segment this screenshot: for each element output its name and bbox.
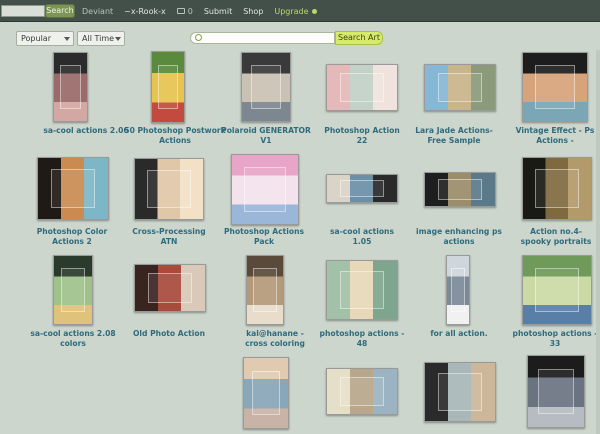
- top-search-button[interactable]: Search: [45, 4, 75, 18]
- upgrade-dot-icon: [311, 8, 317, 14]
- top-bar: Search Deviant ~x-Rook-x 0 Submit Shop U…: [0, 0, 600, 22]
- search-icon: [195, 34, 202, 41]
- gallery-thumbnail[interactable]: [246, 255, 284, 325]
- gallery-item-title[interactable]: sa-cool actions 1.05: [322, 227, 402, 246]
- gallery-thumbnail[interactable]: [424, 172, 496, 207]
- thumbnail-highlight: [437, 73, 483, 102]
- chevron-down-icon: [115, 37, 121, 41]
- gallery-item-title[interactable]: Vintage Effect - Ps Actions -: [512, 126, 598, 145]
- thumbnail-highlight: [250, 65, 282, 109]
- gallery-item-title[interactable]: sa-cool actions 2.08 colors: [30, 329, 116, 348]
- gallery-thumbnail[interactable]: [326, 64, 398, 111]
- gallery-thumbnail[interactable]: [522, 255, 592, 325]
- gallery-thumbnail[interactable]: [424, 64, 496, 111]
- nav-shop[interactable]: Shop: [243, 7, 263, 16]
- thumbnail-highlight: [50, 168, 96, 208]
- gallery-thumbnail[interactable]: [243, 357, 289, 429]
- gallery-thumbnail[interactable]: [134, 158, 204, 220]
- thumbnail-highlight: [339, 73, 385, 102]
- thumbnail-highlight: [450, 268, 466, 312]
- gallery-item-title[interactable]: Photoshop Action 22: [322, 126, 402, 145]
- gallery-item-title[interactable]: kal@hanane - cross coloring: [240, 329, 310, 348]
- nav-upgrade[interactable]: Upgrade: [274, 7, 317, 16]
- gallery-thumbnail[interactable]: [326, 368, 398, 415]
- message-icon: [176, 8, 185, 14]
- gallery-thumbnail[interactable]: [326, 174, 398, 203]
- nav-username[interactable]: ~x-Rook-x: [124, 7, 166, 16]
- search-art-button[interactable]: Search Art: [335, 31, 383, 45]
- gallery-thumbnail[interactable]: [231, 154, 299, 225]
- thumbnail-highlight: [147, 169, 191, 209]
- art-search-input[interactable]: [190, 32, 335, 44]
- thumbnail-highlight: [538, 368, 574, 415]
- gallery-thumbnail[interactable]: [446, 255, 470, 325]
- gallery-item-title[interactable]: 50 Photoshop Postwork Actions: [120, 126, 230, 145]
- gallery-item-title[interactable]: Photoshop Color Actions 2: [24, 227, 120, 246]
- thumbnail-highlight: [339, 377, 385, 406]
- gallery-item-title[interactable]: Photoshop Actions Pack: [216, 227, 312, 246]
- thumbnail-highlight: [437, 373, 483, 411]
- thumbnail-highlight: [243, 167, 287, 212]
- gallery-item-title[interactable]: Lara Jade Actions- Free Sample: [408, 126, 500, 145]
- nav-submit[interactable]: Submit: [204, 7, 232, 16]
- nav-deviant[interactable]: Deviant: [82, 7, 113, 16]
- sort-select[interactable]: Popular: [16, 31, 74, 46]
- gallery-thumbnail[interactable]: [53, 255, 93, 325]
- thumbnail-highlight: [59, 65, 82, 109]
- gallery-item-title[interactable]: Polaroid GENERATOR V1: [220, 126, 312, 145]
- gallery-thumbnail[interactable]: [522, 52, 588, 122]
- top-nav: Deviant ~x-Rook-x 0 Submit Shop Upgrade: [82, 4, 328, 18]
- gallery-thumbnail[interactable]: [134, 264, 206, 312]
- gallery-thumbnail[interactable]: [424, 362, 496, 422]
- gallery-thumbnail[interactable]: [151, 51, 185, 123]
- thumbnail-highlight: [157, 64, 179, 110]
- time-select[interactable]: All Time: [77, 31, 125, 46]
- top-search-input[interactable]: [1, 5, 45, 17]
- thumbnail-highlight: [534, 65, 576, 109]
- gallery-item-title[interactable]: Old Photo Action: [132, 329, 206, 339]
- thumbnail-highlight: [535, 268, 579, 312]
- gallery-item-title[interactable]: for all action.: [428, 329, 490, 339]
- gallery-item-title[interactable]: image enhancing ps actions: [414, 227, 504, 246]
- thumbnail-highlight: [535, 168, 579, 208]
- gallery-thumbnail[interactable]: [326, 260, 398, 320]
- thumbnail-highlight: [253, 268, 277, 312]
- chevron-down-icon: [64, 37, 70, 41]
- gallery-thumbnail[interactable]: [522, 157, 592, 220]
- gallery-item-title[interactable]: photoshop actions - 48: [316, 329, 408, 348]
- nav-messages[interactable]: 0: [176, 7, 193, 16]
- gallery-item-title[interactable]: Cross-Processing ATN: [124, 227, 214, 246]
- thumbnail-highlight: [339, 271, 385, 309]
- scrollbar-track[interactable]: [596, 50, 600, 434]
- gallery-item-title[interactable]: Action no.4-spooky portraits: [516, 227, 596, 246]
- thumbnail-highlight: [60, 268, 86, 312]
- gallery-thumbnail[interactable]: [53, 52, 88, 122]
- thumbnail-highlight: [437, 178, 483, 201]
- thumbnail-highlight: [147, 273, 193, 303]
- gallery-thumbnail[interactable]: [527, 355, 585, 428]
- gallery-thumbnail[interactable]: [37, 157, 109, 220]
- thumbnail-highlight: [339, 179, 385, 198]
- gallery-item-title[interactable]: photoshop actions - 33: [510, 329, 600, 348]
- gallery-thumbnail[interactable]: [241, 52, 291, 122]
- thumbnail-highlight: [251, 370, 281, 416]
